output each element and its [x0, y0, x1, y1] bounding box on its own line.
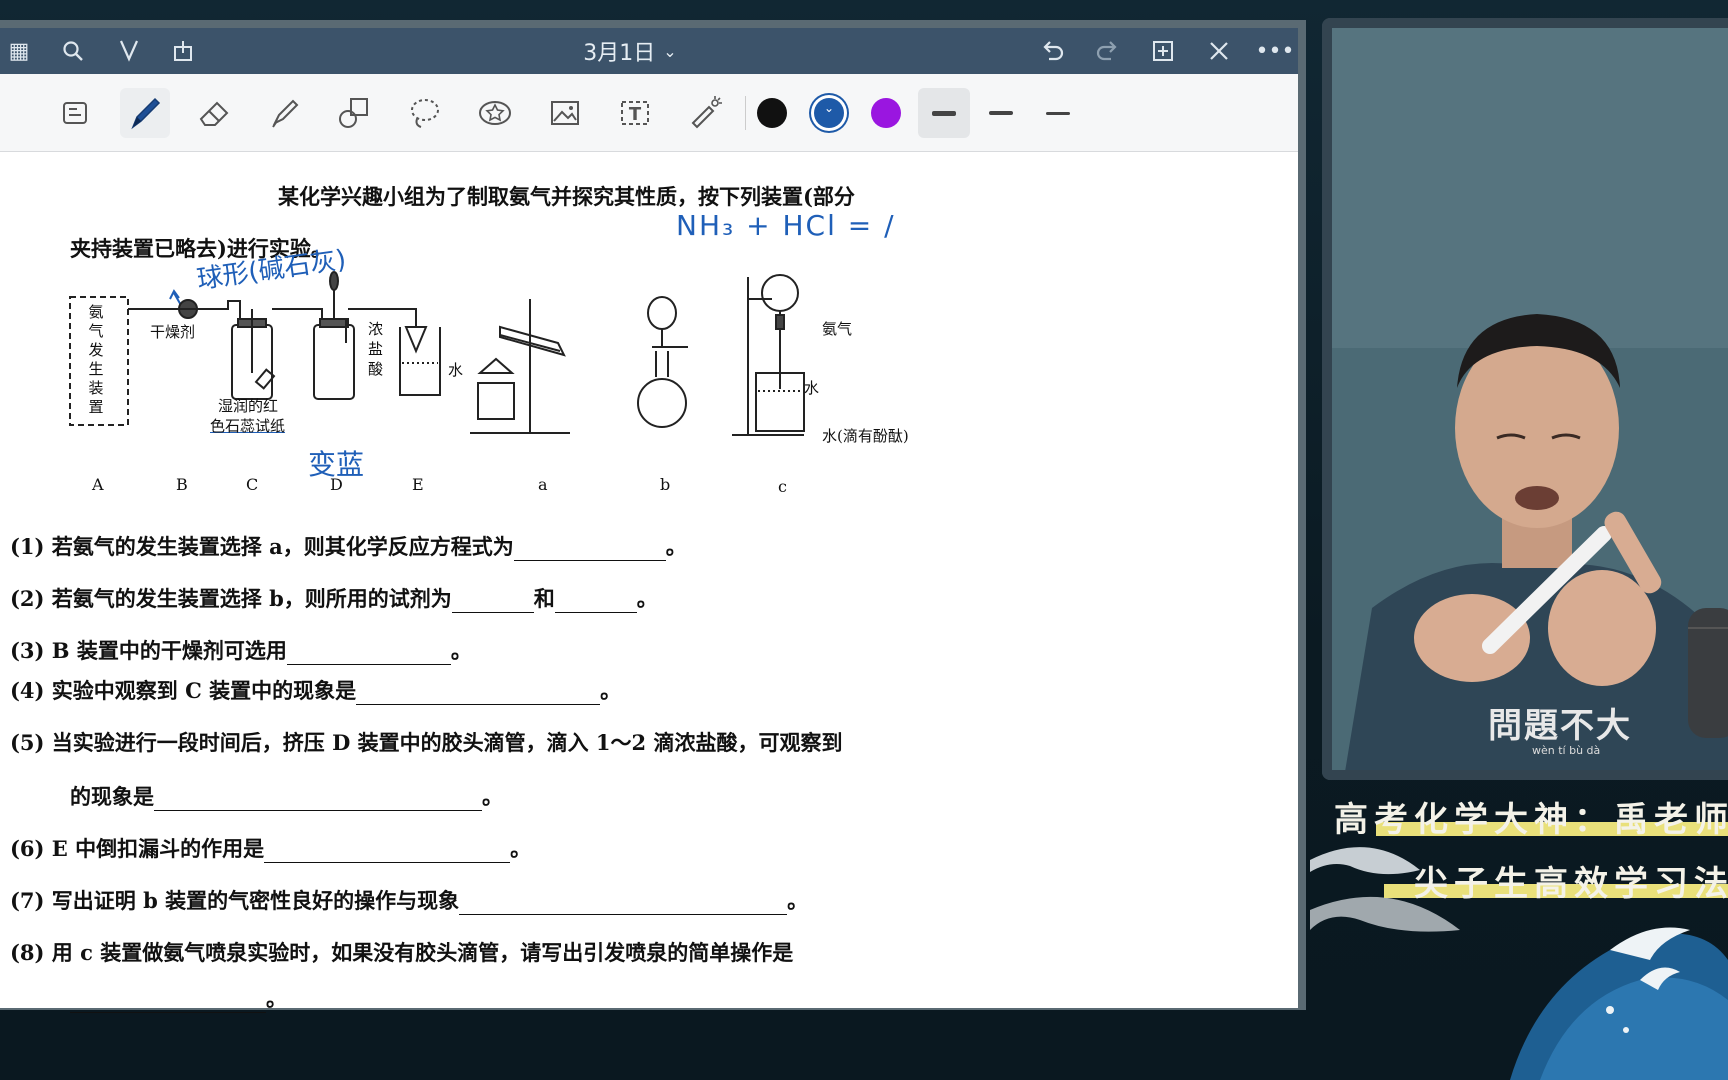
eraser-icon[interactable]	[190, 88, 240, 138]
course-banner: 高考化学大神：禹老师 尖子生高效学习法	[1310, 780, 1728, 1080]
text-icon[interactable]: T	[610, 88, 660, 138]
chevron-down-icon: ⌄	[823, 101, 835, 115]
label-litmus-line1: 湿润的红	[218, 397, 279, 415]
handwritten-equation: NH₃ + HCl = /	[676, 209, 896, 242]
label-litmus-line2: 色石蕊试纸	[210, 417, 286, 435]
item-2-suffix: 。	[636, 586, 658, 611]
label-A: A	[92, 475, 104, 494]
undo-icon[interactable]	[1036, 34, 1070, 68]
sticker-icon[interactable]	[470, 88, 520, 138]
label-ammonia-generator: 氨气发生装置	[88, 303, 104, 416]
question-item-7: (7) 写出证明 b 装置的气密性良好的操作与现象 。	[10, 885, 808, 915]
image-icon[interactable]	[540, 88, 590, 138]
document-title[interactable]: 3月1日 ⌄	[560, 34, 700, 68]
share-icon[interactable]	[166, 34, 200, 68]
shirt-text: 問題不大	[1488, 706, 1632, 746]
label-a: a	[538, 475, 548, 494]
laser-pointer-icon[interactable]	[680, 88, 730, 138]
question-item-5-line2: 的现象是 。	[70, 781, 503, 811]
document-title-text: 3月1日	[583, 41, 656, 66]
color-purple-swatch[interactable]	[871, 98, 901, 128]
answer-blank[interactable]	[70, 991, 266, 1013]
document-page[interactable]: 某化学兴趣小组为了制取氨气并探究其性质，按下列装置(部分 夹持装置已略去)进行实…	[0, 153, 1298, 1013]
pen-icon[interactable]	[120, 88, 170, 138]
item-1-suffix: 。	[665, 534, 687, 559]
item-7-suffix: 。	[787, 888, 809, 913]
lasso-convert-icon[interactable]	[50, 88, 100, 138]
item-6-suffix: 。	[510, 836, 532, 861]
answer-blank[interactable]	[459, 893, 788, 915]
item-2-mid: 和	[533, 586, 555, 611]
item-4-suffix: 。	[600, 678, 622, 703]
question-item-5: (5) 当实验进行一段时间后，挤压 D 装置中的胶头滴管，滴入 1～2 滴浓盐酸…	[10, 730, 843, 755]
question-item-8-line2: 。	[70, 983, 287, 1013]
item-5-text: 的现象是	[70, 784, 154, 809]
item-1-text: (1) 若氨气的发生装置选择 a，则其化学反应方程式为	[10, 534, 514, 559]
question-intro-line1: 某化学兴趣小组为了制取氨气并探究其性质，按下列装置(部分	[278, 184, 855, 209]
color-blue-swatch[interactable]: ⌄	[814, 98, 844, 128]
top-bar: ▦ 3月1日 ⌄ •••	[0, 28, 1298, 74]
question-item-8: (8) 用 c 装置做氨气喷泉实验时，如果没有胶头滴管，请写出引发喷泉的简单操作…	[10, 940, 794, 965]
highlighter-icon[interactable]	[260, 88, 310, 138]
label-c: c	[778, 477, 787, 496]
add-page-icon[interactable]	[1146, 34, 1180, 68]
answer-blank[interactable]	[554, 591, 637, 613]
shapes-icon[interactable]	[330, 88, 380, 138]
lasso-icon[interactable]	[400, 88, 450, 138]
answer-blank[interactable]	[513, 539, 666, 561]
label-water-c2: 水(滴有酚酞)	[822, 427, 909, 445]
label-D: D	[330, 475, 343, 494]
label-drying-agent: 干燥剂	[150, 323, 196, 341]
item-6-text: (6) E 中倒扣漏斗的作用是	[10, 836, 265, 861]
close-icon[interactable]	[1202, 34, 1236, 68]
label-water-c1: 水	[804, 379, 820, 397]
search-icon[interactable]	[56, 34, 90, 68]
chevron-down-icon: ⌄	[663, 41, 677, 61]
note-app-window: ▦ 3月1日 ⌄ ••• T ⌄ 某化学兴趣小组为了制取氨气并探究其性质，按下列…	[0, 20, 1306, 1013]
item-7-text: (7) 写出证明 b 装置的气密性良好的操作与现象	[10, 888, 460, 913]
screen: ▦ 3月1日 ⌄ ••• T ⌄ 某化学兴趣小组为了制取氨气并探究其性质，按下列…	[0, 0, 1728, 1080]
banner-title: 高考化学大神：禹老师	[1334, 800, 1728, 840]
answer-blank[interactable]	[451, 591, 534, 613]
stroke-width-medium[interactable]	[975, 88, 1027, 138]
more-icon[interactable]: •••	[1256, 34, 1295, 68]
label-C: C	[246, 475, 259, 494]
question-item-1: (1) 若氨气的发生装置选择 a，则其化学反应方程式为 。	[10, 531, 687, 561]
answer-blank[interactable]	[356, 683, 601, 705]
text-tool-glyph: T	[629, 104, 642, 125]
question-item-3: (3) B 装置中的干燥剂可选用 。	[10, 635, 472, 665]
question-item-4: (4) 实验中观察到 C 装置中的现象是 。	[10, 675, 621, 705]
stroke-width-thick[interactable]	[918, 88, 970, 138]
label-b: b	[660, 475, 671, 494]
question-item-2: (2) 若氨气的发生装置选择 b，则所用的试剂为 和 。	[10, 583, 658, 613]
label-ammonia-c: 氨气	[822, 320, 853, 338]
question-item-6: (6) E 中倒扣漏斗的作用是 。	[10, 833, 531, 863]
item-5-suffix: 。	[482, 784, 503, 809]
label-B: B	[176, 475, 188, 494]
color-black-swatch[interactable]	[757, 98, 787, 128]
item-3-text: (3) B 装置中的干燥剂可选用	[10, 638, 287, 663]
banner-subtitle: 尖子生高效学习法	[1414, 864, 1728, 904]
redo-icon[interactable]	[1090, 34, 1124, 68]
item-4-text: (4) 实验中观察到 C 装置中的现象是	[10, 678, 357, 703]
item-2-text: (2) 若氨气的发生装置选择 b，则所用的试剂为	[10, 586, 452, 611]
answer-blank[interactable]	[264, 841, 511, 863]
item-8-suffix: 。	[266, 986, 287, 1011]
label-E: E	[412, 475, 424, 494]
shirt-subtext: wèn tí bù dà	[1532, 744, 1601, 757]
presenter-figure	[1332, 28, 1728, 770]
answer-blank[interactable]	[154, 789, 482, 811]
answer-blank[interactable]	[286, 643, 451, 665]
drawing-toolbar: T ⌄	[0, 74, 1298, 152]
grid-icon[interactable]: ▦	[2, 34, 36, 68]
presenter-video: 問題不大 wèn tí bù dà	[1322, 18, 1728, 780]
stroke-width-thin[interactable]	[1032, 88, 1084, 138]
toolbar-divider	[745, 96, 746, 130]
label-conc-hcl: 浓盐酸	[368, 320, 384, 378]
bookmark-icon[interactable]	[112, 34, 146, 68]
item-3-suffix: 。	[450, 638, 472, 663]
label-water-e: 水	[448, 361, 464, 379]
